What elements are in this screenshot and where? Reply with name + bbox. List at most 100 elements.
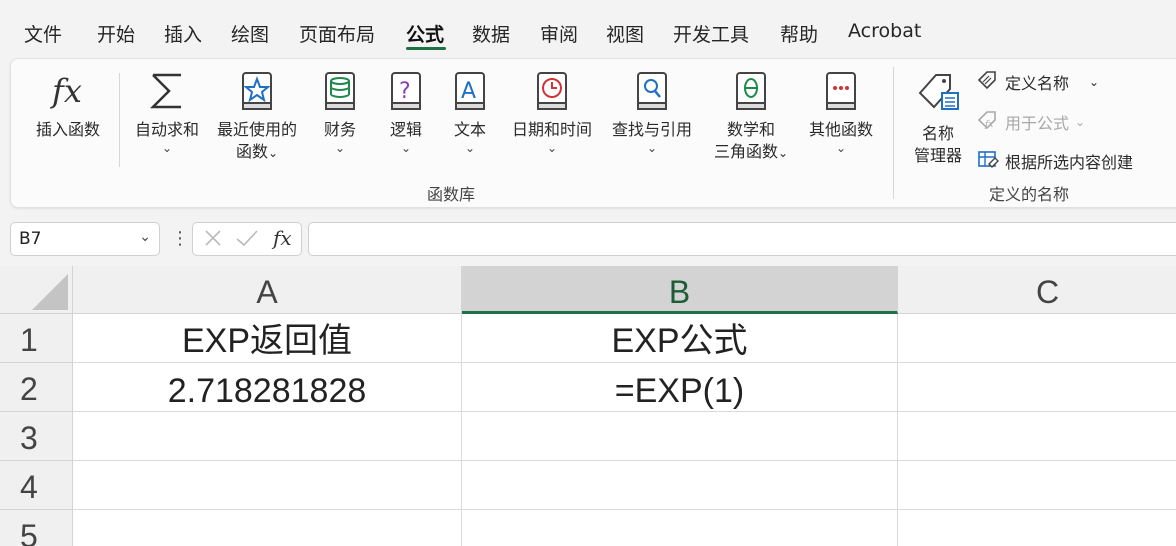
financial-button[interactable]: 财务 ⌄ <box>315 69 365 155</box>
autosum-label: 自动求和 <box>134 120 199 139</box>
chevron-down-icon: ⌄ <box>161 141 173 155</box>
use-in-formula-button[interactable]: fx 用于公式 ⌄ <box>977 109 1085 135</box>
active-tab-indicator <box>406 47 446 50</box>
logical-label: 逻辑 <box>389 120 422 139</box>
cell-a2[interactable]: 2.718281828 <box>73 363 462 412</box>
separator <box>893 67 894 199</box>
date-time-label: 日期和时间 <box>511 120 592 139</box>
insert-function-button[interactable]: fx 插入函数 <box>25 69 111 141</box>
chevron-down-icon: ⌄ <box>400 141 412 155</box>
math-trig-label-1: 数学和 <box>726 120 775 139</box>
cell-c3[interactable] <box>898 412 1176 461</box>
row-header-2[interactable]: 2 <box>0 363 73 412</box>
create-from-selection-button[interactable]: 根据所选内容创建 <box>977 148 1133 174</box>
recently-used-button[interactable]: 最近使用的 函数⌄ <box>209 69 305 164</box>
coins-book-icon <box>315 69 365 119</box>
cell-b4[interactable] <box>462 461 898 510</box>
cell-c4[interactable] <box>898 461 1176 510</box>
tab-formulas[interactable]: 公式 <box>406 20 444 47</box>
lookup-button[interactable]: 查找与引用 ⌄ <box>605 69 699 155</box>
cell-b1[interactable]: EXP公式 <box>462 314 898 363</box>
cell-b5[interactable] <box>462 510 898 546</box>
chevron-down-icon: ⌄ <box>1089 75 1100 89</box>
lookup-label: 查找与引用 <box>611 120 692 139</box>
autosum-button[interactable]: 自动求和 ⌄ <box>127 69 207 155</box>
chevron-down-icon: ⌄ <box>334 141 346 155</box>
row-header-1[interactable]: 1 <box>0 314 73 363</box>
tab-developer[interactable]: 开发工具 <box>673 20 749 47</box>
more-options-icon[interactable]: ⋮ <box>171 228 189 249</box>
column-header-c[interactable]: C <box>898 266 1176 314</box>
fx-icon: fx <box>25 69 111 119</box>
name-manager-button[interactable]: 名称 管理器 <box>903 69 973 167</box>
text-button[interactable]: A 文本 ⌄ <box>445 69 495 155</box>
tab-draw[interactable]: 绘图 <box>231 20 269 47</box>
spreadsheet-grid: A B C 1 2 3 4 5 EXP返回值 EXP公式 2.718281828… <box>0 266 1176 546</box>
chevron-down-icon[interactable]: ⌄ <box>139 229 151 245</box>
fx-tag-icon: fx <box>977 109 999 135</box>
text-book-icon: A <box>445 69 495 119</box>
chevron-down-icon: ⌄ <box>646 141 658 155</box>
define-name-label: 定义名称 <box>1005 74 1070 93</box>
tab-help[interactable]: 帮助 <box>780 20 818 47</box>
define-name-button[interactable]: 定义名称 ⌄ <box>977 69 1099 95</box>
tag-icon <box>977 69 999 95</box>
formula-input[interactable] <box>308 222 1176 256</box>
cancel-icon[interactable] <box>203 227 223 253</box>
name-manager-label-1: 名称 <box>921 124 954 143</box>
cell-c1[interactable] <box>898 314 1176 363</box>
insert-function-icon[interactable]: fx <box>271 224 297 256</box>
chevron-down-icon: ⌄ <box>546 141 558 155</box>
chevron-down-icon: ⌄ <box>835 141 847 155</box>
cell-a4[interactable] <box>73 461 462 510</box>
tab-page-layout[interactable]: 页面布局 <box>299 20 375 47</box>
text-label: 文本 <box>453 120 486 139</box>
svg-text:A: A <box>461 79 476 104</box>
sigma-icon <box>127 69 207 119</box>
ribbon: fx 插入函数 自动求和 ⌄ 最近使用的 函数⌄ 财务 ⌄ ? 逻辑 ⌄ A 文… <box>10 58 1176 208</box>
cell-a3[interactable] <box>73 412 462 461</box>
tab-insert[interactable]: 插入 <box>164 20 202 47</box>
more-functions-button[interactable]: 其他函数 ⌄ <box>803 69 879 155</box>
svg-text:fx: fx <box>50 72 82 110</box>
confirm-icon[interactable] <box>235 227 259 253</box>
math-trig-button[interactable]: 数学和 三角函数⌄ <box>705 69 797 164</box>
theta-book-icon <box>705 69 797 119</box>
cell-a5[interactable] <box>73 510 462 546</box>
svg-text:fx: fx <box>984 120 993 130</box>
date-time-button[interactable]: 日期和时间 ⌄ <box>505 69 599 155</box>
cell-c2[interactable] <box>898 363 1176 412</box>
function-library-group-label: 函数库 <box>427 185 476 204</box>
tab-file[interactable]: 文件 <box>24 20 62 47</box>
cell-b3[interactable] <box>462 412 898 461</box>
star-book-icon <box>209 69 305 119</box>
select-all-corner[interactable] <box>0 266 73 314</box>
more-book-icon <box>803 69 879 119</box>
logical-button[interactable]: ? 逻辑 ⌄ <box>381 69 431 155</box>
cell-c5[interactable] <box>898 510 1176 546</box>
menu-tabs: 文件 开始 插入 绘图 页面布局 公式 数据 审阅 视图 开发工具 帮助 Acr… <box>0 0 1176 56</box>
formula-actions: fx <box>192 222 302 256</box>
separator <box>119 73 120 167</box>
row-header-3[interactable]: 3 <box>0 412 73 461</box>
cell-b2[interactable]: =EXP(1) <box>462 363 898 412</box>
row-header-5[interactable]: 5 <box>0 510 73 546</box>
row-header-4[interactable]: 4 <box>0 461 73 510</box>
financial-label: 财务 <box>323 120 356 139</box>
tab-data[interactable]: 数据 <box>472 20 510 47</box>
column-header-a[interactable]: A <box>73 266 462 314</box>
formula-bar: B7 ⌄ ⋮ fx <box>0 214 1176 264</box>
column-header-b[interactable]: B <box>462 266 898 314</box>
tab-view[interactable]: 视图 <box>606 20 644 47</box>
tab-review[interactable]: 审阅 <box>540 20 578 47</box>
name-box[interactable]: B7 ⌄ <box>10 222 160 256</box>
excel-window: 文件 开始 插入 绘图 页面布局 公式 数据 审阅 视图 开发工具 帮助 Acr… <box>0 0 1176 546</box>
math-trig-label-2: 三角函数 <box>713 142 778 161</box>
tab-acrobat[interactable]: Acrobat <box>848 20 921 42</box>
question-book-icon: ? <box>381 69 431 119</box>
tab-home[interactable]: 开始 <box>97 20 135 47</box>
clock-book-icon <box>505 69 599 119</box>
name-manager-label-2: 管理器 <box>913 146 962 165</box>
cell-a1[interactable]: EXP返回值 <box>73 314 462 363</box>
create-from-selection-label: 根据所选内容创建 <box>1005 153 1134 172</box>
